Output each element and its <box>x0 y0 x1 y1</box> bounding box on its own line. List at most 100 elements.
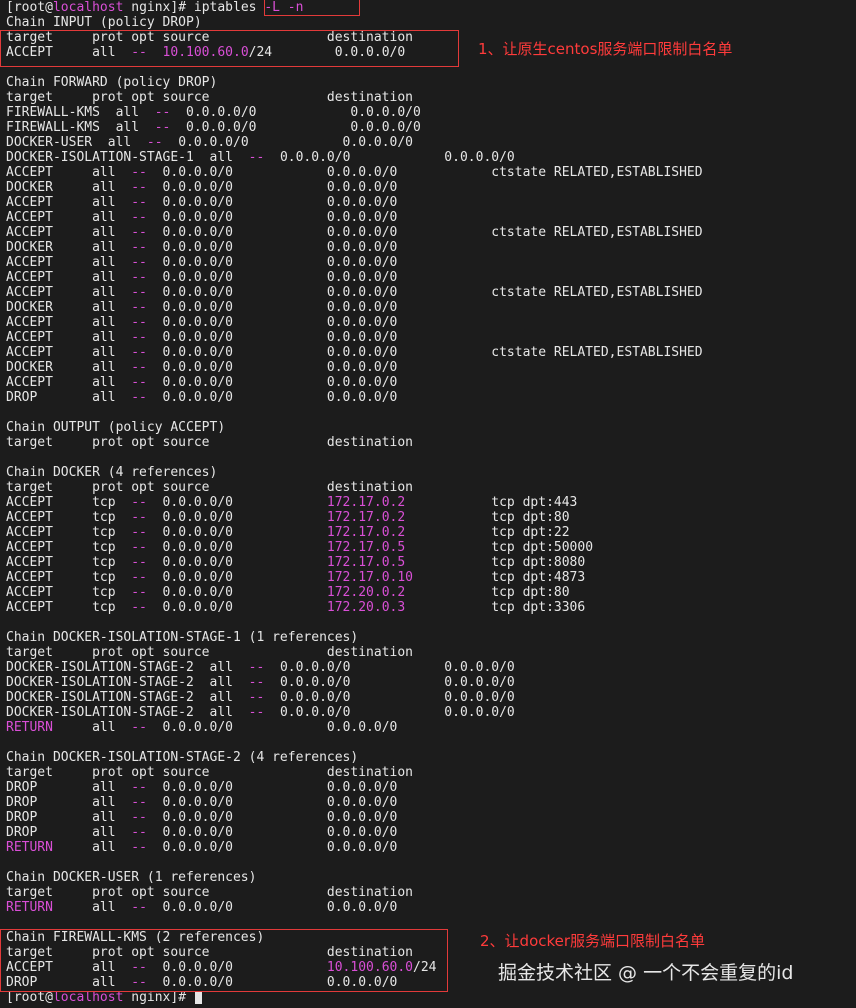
terminal-text: -- <box>131 510 147 525</box>
terminal-text: all <box>52 720 132 735</box>
terminal-text: target prot opt source destination <box>6 645 413 660</box>
terminal-text: Chain DOCKER-ISOLATION-STAGE-2 (4 refere… <box>6 750 359 765</box>
terminal-line: DOCKER-ISOLATION-STAGE-2 all -- 0.0.0.0/… <box>6 675 515 690</box>
terminal-text: -- <box>131 390 147 405</box>
terminal-text: DOCKER-ISOLATION-STAGE-2 all <box>6 705 249 720</box>
terminal-text: 0.0.0.0/0 0.0.0.0/0 <box>264 150 515 165</box>
terminal-line: DROP all -- 0.0.0.0/0 0.0.0.0/0 <box>6 390 397 405</box>
terminal-text: DOCKER all <box>6 300 132 315</box>
terminal-line: ACCEPT tcp -- 0.0.0.0/0 172.17.0.5 tcp d… <box>6 540 593 555</box>
terminal-text: 0.0.0.0/0 <box>146 525 327 540</box>
terminal-text: ACCEPT tcp <box>6 600 132 615</box>
terminal-text: DOCKER-ISOLATION-STAGE-2 all <box>6 660 249 675</box>
terminal-text: DOCKER all <box>6 180 132 195</box>
terminal-text: ACCEPT all <box>6 210 132 225</box>
terminal-line: FIREWALL-KMS all -- 0.0.0.0/0 0.0.0.0/0 <box>6 105 421 120</box>
terminal-line: DOCKER-ISOLATION-STAGE-1 all -- 0.0.0.0/… <box>6 150 515 165</box>
terminal-line: DOCKER-ISOLATION-STAGE-2 all -- 0.0.0.0/… <box>6 705 515 720</box>
terminal-text: ACCEPT tcp <box>6 510 132 525</box>
terminal-line: DOCKER-ISOLATION-STAGE-2 all -- 0.0.0.0/… <box>6 690 515 705</box>
terminal-line: DOCKER all -- 0.0.0.0/0 0.0.0.0/0 <box>6 180 397 195</box>
terminal-text: 0.0.0.0/0 <box>146 540 327 555</box>
terminal-text: 0.0.0.0/0 0.0.0.0/0 <box>146 360 398 375</box>
terminal-text: 0.0.0.0/0 0.0.0.0/0 <box>264 690 515 705</box>
terminal-text: DOCKER-ISOLATION-STAGE-2 all <box>6 690 249 705</box>
terminal-line: ACCEPT all -- 0.0.0.0/0 0.0.0.0/0 <box>6 330 397 345</box>
terminal-text: 172.20.0.3 <box>326 600 406 615</box>
terminal-text: -- <box>131 555 147 570</box>
terminal-text: 0.0.0.0/0 <box>146 585 327 600</box>
terminal-text: tcp dpt:3306 <box>405 600 586 615</box>
terminal-text: ACCEPT tcp <box>6 495 132 510</box>
annotation-centos-whitelist: 1、让原生centos服务端口限制白名单 <box>478 40 733 58</box>
terminal-text: -- <box>131 180 147 195</box>
terminal-line: Chain INPUT (policy DROP) <box>6 15 202 30</box>
terminal-text: Chain OUTPUT (policy ACCEPT) <box>6 420 226 435</box>
terminal-text: target prot opt source destination <box>6 765 413 780</box>
command-prompt-line: [root@localhost nginx]# iptables -L -n <box>6 0 303 15</box>
terminal-line: Chain DOCKER-USER (1 references) <box>6 870 256 885</box>
terminal-text: DOCKER-USER all <box>6 135 147 150</box>
terminal-text: -- <box>131 255 147 270</box>
terminal-line: target prot opt source destination <box>6 90 413 105</box>
terminal-line: Chain DOCKER-ISOLATION-STAGE-1 (1 refere… <box>6 630 358 645</box>
terminal-text: ACCEPT all <box>6 345 132 360</box>
terminal-text: target prot opt source destination <box>6 480 413 495</box>
terminal-line: DROP all -- 0.0.0.0/0 0.0.0.0/0 <box>6 795 397 810</box>
terminal-text: DOCKER-ISOLATION-STAGE-1 all <box>6 150 249 165</box>
terminal-text: 0.0.0.0/0 0.0.0.0/0 <box>146 810 398 825</box>
terminal-text: -- <box>248 150 265 165</box>
terminal-text: ACCEPT all <box>6 375 132 390</box>
command-highlight-box <box>264 0 360 16</box>
terminal-text: 0.0.0.0/0 0.0.0.0/0 <box>146 300 398 315</box>
terminal-text: 0.0.0.0/0 0.0.0.0/0 <box>264 705 515 720</box>
terminal-text: target prot opt source destination <box>6 885 413 900</box>
terminal-text: tcp dpt:22 <box>405 525 570 540</box>
terminal-text: FIREWALL-KMS all <box>6 105 155 120</box>
terminal-text: -- <box>131 780 147 795</box>
terminal-text: 0.0.0.0/0 0.0.0.0/0 <box>146 825 398 840</box>
terminal-line: ACCEPT tcp -- 0.0.0.0/0 172.17.0.10 tcp … <box>6 570 585 585</box>
terminal-text: 0.0.0.0/0 0.0.0.0/0 <box>146 195 398 210</box>
terminal-text: -- <box>131 345 147 360</box>
terminal-text: 0.0.0.0/0 0.0.0.0/0 <box>146 900 398 915</box>
terminal-text: DOCKER-ISOLATION-STAGE-2 all <box>6 675 249 690</box>
terminal-text: -- <box>131 795 147 810</box>
terminal-line: RETURN all -- 0.0.0.0/0 0.0.0.0/0 <box>6 720 397 735</box>
terminal-text: -- <box>131 285 147 300</box>
terminal-text: DROP all <box>6 795 132 810</box>
annotation-docker-whitelist: 2、让docker服务端口限制白名单 <box>480 932 706 950</box>
terminal-text: DOCKER all <box>6 360 132 375</box>
terminal-text: ACCEPT all <box>6 285 132 300</box>
terminal-text: 172.17.0.2 <box>326 510 406 525</box>
terminal-text: RETURN <box>6 840 53 855</box>
terminal-text: -- <box>131 495 147 510</box>
terminal-text: 0.0.0.0/0 <box>146 600 327 615</box>
terminal-line: ACCEPT all -- 0.0.0.0/0 0.0.0.0/0 <box>6 315 397 330</box>
terminal-text: 0.0.0.0/0 <box>146 555 327 570</box>
terminal-text: RETURN <box>6 900 53 915</box>
terminal-text: DROP all <box>6 390 132 405</box>
terminal-text: FIREWALL-KMS all <box>6 120 155 135</box>
terminal-text: ACCEPT all <box>6 165 132 180</box>
terminal-text: -- <box>146 135 163 150</box>
terminal-line: Chain OUTPUT (policy ACCEPT) <box>6 420 225 435</box>
terminal-text: ACCEPT all <box>6 330 132 345</box>
terminal-text: -- <box>248 705 265 720</box>
terminal-text: 0.0.0.0/0 0.0.0.0/0 <box>264 675 515 690</box>
terminal-text: Chain INPUT (policy DROP) <box>6 15 202 30</box>
terminal-text: ACCEPT all <box>6 315 132 330</box>
terminal-text: -- <box>131 300 147 315</box>
terminal-text: RETURN <box>6 720 53 735</box>
terminal-text: ACCEPT all <box>6 270 132 285</box>
terminal-text: DOCKER all <box>6 240 132 255</box>
terminal-line: ACCEPT all -- 0.0.0.0/0 0.0.0.0/0 <box>6 195 397 210</box>
terminal-line: ACCEPT all -- 0.0.0.0/0 0.0.0.0/0 ctstat… <box>6 225 703 240</box>
terminal-text: 172.17.0.5 <box>326 540 406 555</box>
terminal-text: -- <box>131 540 147 555</box>
watermark: 掘金技术社区 @ 一个不会重复的id <box>498 962 794 984</box>
terminal-text: 0.0.0.0/0 <box>146 570 327 585</box>
terminal-text: ACCEPT tcp <box>6 540 132 555</box>
terminal-text: Chain DOCKER (4 references) <box>6 465 218 480</box>
terminal-text: -- <box>131 330 147 345</box>
